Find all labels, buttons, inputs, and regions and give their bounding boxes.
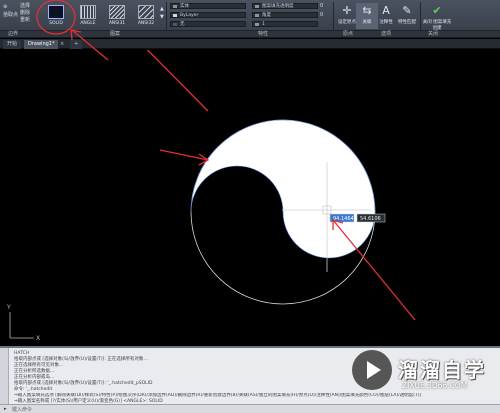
panel-label-properties: 特性	[258, 31, 269, 37]
pattern-ansi31-swatch	[109, 5, 125, 19]
drawing-canvas[interactable]: 94.1464 54.6106 Y X	[0, 50, 500, 346]
pattern-solid-label: SOLID	[49, 21, 63, 26]
hatch-color-select[interactable]: 无	[170, 21, 246, 27]
match-properties-button[interactable]: ✎ 特性匹配	[396, 3, 418, 29]
command-line: 正在选择所有可见对象...	[14, 363, 64, 368]
panel-label-pattern: 图案	[110, 31, 121, 37]
ribbon-divider	[333, 2, 334, 30]
watermark-url: ZIXUE.3D66.COM	[402, 381, 468, 390]
ribbon-button-pick-label[interactable]: 拾取点	[3, 12, 18, 18]
set-origin-button[interactable]: ✛ 设定原点	[336, 3, 358, 29]
angle-value[interactable]: 0	[320, 12, 323, 18]
tab-add-button[interactable]: +	[70, 40, 83, 49]
ucs-x-label: X	[36, 335, 40, 342]
panel-label-boundary: 边界	[8, 31, 19, 37]
watermark-title: 溜溜自学	[398, 358, 486, 382]
ucs-y-label: Y	[6, 304, 11, 311]
checkmark-icon: ✔	[432, 4, 442, 17]
pattern-ansi32-swatch	[138, 5, 154, 19]
command-input[interactable]: 键入命令	[12, 406, 32, 413]
panel-label-options: 选项	[381, 31, 392, 37]
command-input-bar[interactable]: ▸ 键入命令	[0, 404, 500, 413]
hatch-type-select[interactable]: 实体	[170, 3, 246, 9]
tab-close-icon[interactable]: ×	[60, 41, 64, 47]
panel-label-close: 关闭	[428, 31, 439, 37]
watermark: 溜溜自学 ZIXUE.3D66.COM	[348, 348, 500, 398]
pattern-solid[interactable]: SOLID	[44, 3, 68, 29]
ribbon-button-pick[interactable]: ⊕	[3, 4, 7, 10]
hatch-layer-select[interactable]: ByLayer	[170, 12, 246, 18]
hatch-type-icon	[173, 5, 177, 8]
pattern-solid-swatch	[48, 5, 64, 19]
ribbon-button-recreate[interactable]: 重新	[20, 17, 30, 23]
pattern-ansi32-label: ANSI32	[137, 21, 155, 26]
black-dot	[228, 198, 246, 216]
annotative-icon: A	[382, 4, 390, 17]
scale-field[interactable]: 1	[252, 21, 318, 27]
ribbon-divider	[420, 2, 421, 30]
pattern-ansi32[interactable]: ANSI32	[134, 3, 158, 29]
command-line: 正在分析内部孤岛...	[14, 375, 55, 380]
pattern-angle[interactable]: ANGLE	[76, 3, 100, 29]
pattern-ansi31[interactable]: ANSI31	[105, 3, 129, 29]
annotative-button[interactable]: A 注释性	[375, 3, 397, 29]
ribbon-button-delete[interactable]: 删除	[20, 10, 30, 16]
pattern-angle-swatch	[80, 5, 96, 19]
command-line-handle[interactable]	[0, 348, 9, 406]
watermark-play-logo-icon	[352, 350, 392, 390]
command-line: 正在分析所选数据...	[14, 369, 55, 374]
transparency-value[interactable]: 0	[320, 3, 323, 9]
origin-icon: ✛	[342, 4, 352, 17]
pattern-angle-label: ANGLE	[80, 21, 96, 26]
command-line: 拾取内部点或 [选择对象(S)/放弃(U)/设置(T)]: 正在选择所有对象..…	[14, 357, 148, 362]
close-hatch-button[interactable]: ✔ 关闭 图案填充创建	[422, 3, 452, 31]
transparency-field[interactable]: 图案填充透明度	[252, 3, 318, 9]
tab-start[interactable]: 开始	[3, 40, 22, 49]
command-line: HATCH	[14, 351, 30, 356]
canvas-background	[0, 50, 500, 346]
ribbon-button-select[interactable]: 选择	[20, 3, 30, 9]
hatch-color-icon	[173, 23, 177, 26]
match-properties-icon: ✎	[402, 4, 412, 17]
document-tabs: 开始 Drawing1* × +	[0, 39, 500, 49]
pattern-ansi31-label: ANSI31	[108, 21, 126, 26]
panel-label-origin: 原点	[343, 31, 354, 37]
angle-icon	[255, 14, 259, 17]
transparency-icon	[255, 5, 259, 8]
ribbon-panel-labels: 边界 图案 特性 原点 选项 关闭	[0, 31, 500, 38]
pattern-scroll-down-icon[interactable]: ▼	[160, 14, 164, 20]
angle-field[interactable]: 角度	[252, 12, 318, 18]
scale-icon	[255, 23, 259, 26]
pattern-scroll-up-icon[interactable]: ▲	[160, 6, 164, 12]
command-prompt-icon: ▸	[4, 406, 7, 412]
ribbon-divider	[166, 2, 167, 30]
tab-drawing[interactable]: Drawing1*	[24, 40, 59, 49]
hatch-layer-icon	[173, 14, 177, 17]
dynamic-input-y-value: 54.6106	[360, 216, 381, 222]
ribbon: ⊕ 拾取点 选择 删除 重新 SOLID ANGLE ANSI31 ANSI32…	[0, 0, 500, 31]
command-line: 拾取内部点或 [选择对象(S)/放弃(U)/设置(T)]: '_.hatched…	[14, 381, 153, 386]
command-line: 命令: '_.hatchedit	[14, 387, 53, 392]
